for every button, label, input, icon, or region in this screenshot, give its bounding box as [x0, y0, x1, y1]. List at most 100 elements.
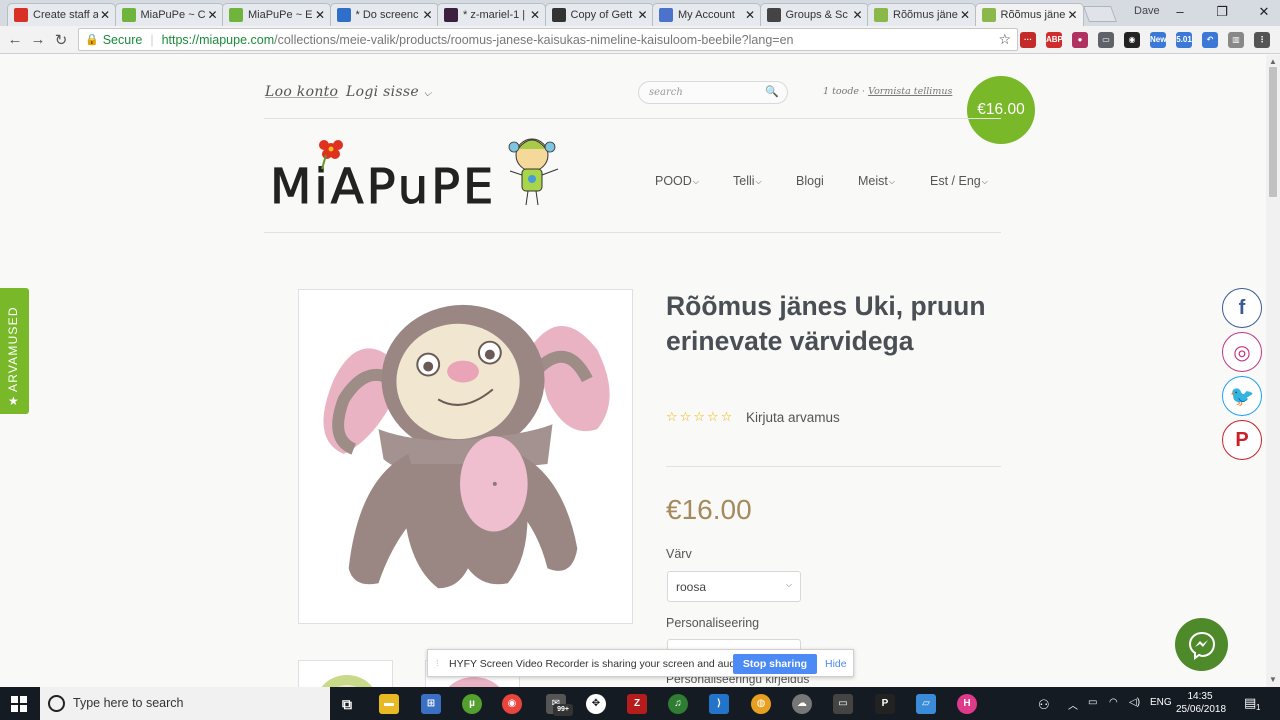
- tab-label: My Account: [678, 9, 735, 21]
- instagram-icon[interactable]: ◎: [1222, 332, 1262, 372]
- new-extension-icon[interactable]: New: [1150, 32, 1166, 48]
- search-input[interactable]: search 🔍: [638, 81, 788, 104]
- messenger-chat-button[interactable]: [1175, 618, 1228, 671]
- script-app-icon[interactable]: P: [875, 694, 895, 714]
- panel-icon[interactable]: ▥: [1228, 32, 1244, 48]
- bookmark-star-icon[interactable]: ☆: [998, 31, 1011, 48]
- scroll-down-icon[interactable]: ▼: [1266, 675, 1280, 684]
- browser-tab[interactable]: * Do screenc ✕: [329, 3, 439, 26]
- nav-item[interactable]: POOD⌵: [655, 174, 699, 188]
- scrollbar-thumb[interactable]: [1269, 67, 1277, 197]
- tab-close-icon[interactable]: ✕: [421, 8, 435, 22]
- compass-app-icon[interactable]: ✥: [586, 694, 606, 714]
- browser-tab[interactable]: MiaPuPe ~ E ✕: [222, 3, 331, 26]
- browser-tab[interactable]: Groups & Sc ✕: [759, 3, 869, 26]
- product-thumbnail-1[interactable]: [298, 660, 393, 687]
- back-icon[interactable]: ←: [6, 31, 24, 48]
- task-view-icon[interactable]: ⧉: [337, 694, 357, 714]
- minimize-icon[interactable]: –: [1170, 4, 1190, 19]
- new-tab-button[interactable]: [1083, 6, 1117, 22]
- extension-record-icon[interactable]: ●: [1072, 32, 1088, 48]
- tab-close-icon[interactable]: ✕: [206, 8, 220, 22]
- file-explorer-icon[interactable]: ▬: [379, 694, 399, 714]
- tray-expand-icon[interactable]: ︿: [1068, 697, 1078, 712]
- volume-icon[interactable]: ◁): [1129, 697, 1140, 708]
- browser-tab[interactable]: My Account ✕: [652, 3, 761, 26]
- page-scrollbar[interactable]: ▲ ▼: [1266, 55, 1280, 687]
- browser-tab[interactable]: MiaPuPe ~ C ✕: [114, 3, 224, 26]
- filezilla-icon[interactable]: Z: [627, 694, 647, 714]
- adblock-icon[interactable]: ABP: [1046, 32, 1063, 48]
- wifi-icon[interactable]: ◠: [1109, 697, 1118, 708]
- extension-red-icon[interactable]: ···: [1020, 32, 1036, 48]
- nav-item-label: POOD: [655, 174, 692, 188]
- nav-divider: [264, 232, 1001, 233]
- product-price: €16.00: [666, 494, 752, 525]
- taskbar-clock[interactable]: 14:35 25/06/2018: [1176, 690, 1226, 716]
- people-icon[interactable]: ⚇: [1038, 697, 1050, 713]
- browser-tab[interactable]: Copy of Gett ✕: [544, 3, 654, 26]
- browser-tab[interactable]: Create staff a ✕: [7, 3, 116, 26]
- notification-center-icon[interactable]: ▤: [1244, 695, 1256, 711]
- cloud-app-icon[interactable]: ☁: [792, 694, 812, 714]
- product-main-image[interactable]: [298, 289, 633, 624]
- menu-icon[interactable]: ⋮: [1254, 32, 1270, 48]
- scroll-up-icon[interactable]: ▲: [1266, 57, 1280, 66]
- hide-share-bar-button[interactable]: Hide: [825, 658, 847, 670]
- forward-icon[interactable]: →: [29, 31, 47, 48]
- facebook-icon[interactable]: f: [1222, 288, 1262, 328]
- tab-close-icon[interactable]: ✕: [528, 8, 542, 22]
- maximize-icon[interactable]: ❐: [1212, 4, 1232, 20]
- hyfy-recorder-icon[interactable]: H: [957, 694, 977, 714]
- login-link[interactable]: Logi sisse ⌵: [346, 84, 432, 100]
- eye-icon[interactable]: ◉: [1124, 32, 1140, 48]
- nav-item[interactable]: Blogi: [796, 174, 824, 188]
- tab-close-icon[interactable]: ✕: [313, 8, 327, 22]
- drive-app-icon[interactable]: ▱: [916, 694, 936, 714]
- address-bar[interactable]: 🔒 Secure | https://miapupe.com/collectio…: [78, 28, 1018, 51]
- cast-icon[interactable]: ▭: [1098, 32, 1114, 48]
- language-indicator[interactable]: ENG: [1150, 697, 1172, 708]
- tab-close-icon[interactable]: ✕: [743, 8, 757, 22]
- tab-close-icon[interactable]: ✕: [636, 8, 650, 22]
- star-outline-icon: ☆: [720, 409, 735, 424]
- network-app-icon[interactable]: ⊞: [421, 694, 441, 714]
- nav-item[interactable]: Meist⌵: [858, 174, 895, 188]
- search-icon[interactable]: 🔍: [765, 85, 779, 98]
- checkout-link[interactable]: Vormista tellimus: [868, 86, 952, 97]
- drag-handle-icon[interactable]: ⁞: [436, 658, 439, 668]
- tab-close-icon[interactable]: ✕: [98, 8, 112, 22]
- nav-item[interactable]: Est / Eng⌵: [930, 174, 988, 188]
- close-window-icon[interactable]: ✕: [1254, 4, 1274, 20]
- utorrent-icon[interactable]: µ: [462, 694, 482, 714]
- browser-tab[interactable]: * z-mariel-1 | ✕: [437, 3, 546, 26]
- rating-stars[interactable]: ☆☆☆☆☆: [666, 409, 734, 425]
- stop-sharing-button[interactable]: Stop sharing: [733, 654, 817, 674]
- color-picker-icon[interactable]: ◍: [751, 694, 771, 714]
- battery-icon[interactable]: ▭: [1088, 697, 1097, 708]
- version-extension-icon[interactable]: 5.01: [1176, 32, 1192, 48]
- taskbar-search-input[interactable]: Type here to search: [40, 687, 330, 720]
- tab-close-icon[interactable]: ✕: [958, 8, 972, 22]
- create-account-link[interactable]: Loo konto: [265, 84, 338, 100]
- tab-close-icon[interactable]: ✕: [1066, 8, 1080, 22]
- browser-tab[interactable]: Rõõmus jäne ✕: [867, 3, 976, 26]
- browser-tab[interactable]: Rõõmus jäne ✕: [974, 3, 1084, 26]
- windows-start-icon[interactable]: [11, 696, 27, 712]
- write-review-link[interactable]: Kirjuta arvamus: [746, 410, 840, 425]
- browser-user-label[interactable]: Dave: [1134, 5, 1160, 17]
- reviews-side-tab[interactable]: ARVAMUSED ★: [0, 288, 29, 414]
- reload-icon[interactable]: ↻: [52, 31, 70, 49]
- nav-item[interactable]: Telli⌵: [733, 174, 762, 188]
- cart-total-badge[interactable]: €16.00: [967, 76, 1035, 144]
- pinterest-icon[interactable]: P: [1222, 420, 1262, 460]
- vscode-icon[interactable]: ⟩: [709, 694, 729, 714]
- undo-icon[interactable]: ↶: [1202, 32, 1218, 48]
- twitter-icon[interactable]: 🐦: [1222, 376, 1262, 416]
- music-app-icon[interactable]: ♫: [668, 694, 688, 714]
- color-select[interactable]: roosa ⌵: [667, 571, 801, 602]
- tab-close-icon[interactable]: ✕: [851, 8, 865, 22]
- terminal-icon[interactable]: ▭: [833, 694, 853, 714]
- chrome-icon[interactable]: ◉: [502, 694, 522, 714]
- miapupe-logo[interactable]: MiAPuPE: [268, 133, 568, 215]
